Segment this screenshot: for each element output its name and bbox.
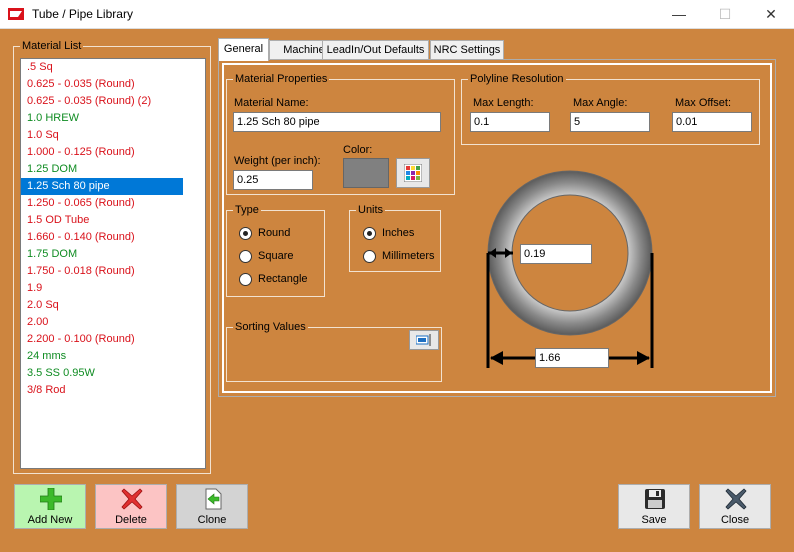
floppy-disk-icon: [645, 489, 665, 509]
list-item[interactable]: 2.200 - 0.100 (Round): [21, 331, 205, 348]
type-legend: Type: [235, 204, 259, 216]
material-name-input[interactable]: [233, 112, 441, 132]
edit-list-icon: [416, 334, 431, 346]
window-title: Tube / Pipe Library: [32, 7, 133, 21]
type-round-label: Round: [258, 227, 291, 239]
tab-nrc-settings[interactable]: NRC Settings: [430, 40, 504, 60]
list-item[interactable]: 1.750 - 0.018 (Round): [21, 263, 205, 280]
list-item[interactable]: .5 Sq: [21, 59, 205, 76]
units-legend: Units: [358, 204, 384, 216]
units-inches-radio[interactable]: [363, 227, 376, 240]
delete-button[interactable]: Delete: [95, 484, 167, 529]
list-item[interactable]: 1.660 - 0.140 (Round): [21, 229, 205, 246]
list-item[interactable]: 0.625 - 0.035 (Round) (2): [21, 93, 205, 110]
max-angle-label: Max Angle:: [573, 97, 628, 109]
save-button[interactable]: Save: [618, 484, 690, 529]
tube-cross-section-diagram: [486, 170, 654, 368]
add-new-button[interactable]: Add New: [14, 484, 86, 529]
minimize-button[interactable]: —: [656, 0, 702, 29]
list-item[interactable]: 1.0 Sq: [21, 127, 205, 144]
save-label: Save: [641, 514, 667, 526]
list-item[interactable]: 1.25 Sch 80 pipe: [21, 178, 183, 195]
list-item[interactable]: 1.5 OD Tube: [21, 212, 205, 229]
material-name-label: Material Name:: [234, 97, 309, 109]
list-item[interactable]: 1.000 - 0.125 (Round): [21, 144, 205, 161]
list-item[interactable]: 24 mms: [21, 348, 205, 365]
type-rectangle-label: Rectangle: [258, 273, 308, 285]
max-length-label: Max Length:: [473, 97, 534, 109]
list-item[interactable]: 1.9: [21, 280, 205, 297]
max-offset-label: Max Offset:: [675, 97, 732, 109]
delete-label: Delete: [115, 514, 147, 526]
list-item[interactable]: 1.250 - 0.065 (Round): [21, 195, 205, 212]
color-palette-icon: [404, 164, 422, 182]
add-new-label: Add New: [27, 514, 73, 526]
list-item[interactable]: 2.00: [21, 314, 205, 331]
outer-diameter-field[interactable]: [535, 348, 609, 368]
plus-icon: [40, 488, 62, 510]
units-millimeters-label: Millimeters: [382, 250, 435, 262]
type-round-radio[interactable]: [239, 227, 252, 240]
max-offset-input[interactable]: [672, 112, 752, 132]
units-millimeters-radio[interactable]: [363, 250, 376, 263]
list-item[interactable]: 1.75 DOM: [21, 246, 205, 263]
weight-label: Weight (per inch):: [234, 155, 321, 167]
tab-leadin-out-defaults[interactable]: LeadIn/Out Defaults: [322, 40, 429, 60]
material-list-legend: Material List: [22, 40, 82, 52]
color-label: Color:: [343, 144, 373, 156]
close-window-button[interactable]: ✕: [748, 0, 794, 29]
polyline-resolution-group: Polyline Resolution: [461, 73, 760, 145]
sorting-values-legend: Sorting Values: [235, 321, 306, 333]
clone-button[interactable]: Clone: [176, 484, 248, 529]
title-bar: Tube / Pipe Library — ☐ ✕: [0, 0, 794, 29]
sorting-edit-button[interactable]: [409, 330, 439, 350]
od-left-arrow: [490, 351, 503, 365]
close-button[interactable]: Close: [699, 484, 771, 529]
od-right-arrow: [637, 351, 650, 365]
clone-label: Clone: [197, 514, 227, 526]
maximize-button[interactable]: ☐: [702, 0, 748, 29]
list-item[interactable]: 3/8 Rod: [21, 382, 205, 399]
list-item[interactable]: 1.25 DOM: [21, 161, 205, 178]
color-picker-button[interactable]: [396, 158, 430, 188]
polyline-resolution-legend: Polyline Resolution: [470, 73, 564, 85]
list-item[interactable]: 1.0 HREW: [21, 110, 205, 127]
list-item[interactable]: 0.625 - 0.035 (Round): [21, 76, 205, 93]
units-inches-label: Inches: [382, 227, 415, 239]
color-swatch[interactable]: [343, 158, 389, 188]
clone-document-icon: [205, 488, 222, 510]
delete-x-icon: [121, 488, 143, 510]
type-square-radio[interactable]: [239, 250, 252, 263]
list-item[interactable]: 2.0 Sq: [21, 297, 205, 314]
tab-general[interactable]: General: [218, 38, 269, 61]
material-listbox[interactable]: .5 Sq 0.625 - 0.035 (Round) 0.625 - 0.035 …: [20, 58, 206, 469]
type-square-label: Square: [258, 250, 294, 262]
type-rectangle-radio[interactable]: [239, 273, 252, 286]
weight-input[interactable]: [233, 170, 313, 190]
app-icon: [8, 8, 24, 20]
max-length-input[interactable]: [470, 112, 550, 132]
close-label: Close: [720, 514, 750, 526]
close-x-icon: [725, 488, 747, 510]
max-angle-input[interactable]: [570, 112, 650, 132]
wall-thickness-field[interactable]: [520, 244, 592, 264]
material-properties-legend: Material Properties: [235, 73, 328, 85]
list-item[interactable]: 3.5 SS 0.95W: [21, 365, 205, 382]
